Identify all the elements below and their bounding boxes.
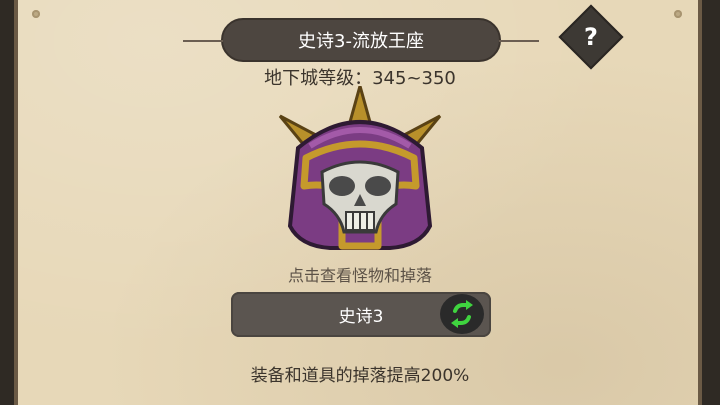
panel-rivet: [32, 10, 40, 18]
difficulty-label: 史诗3: [338, 307, 384, 327]
panel-rivet: [674, 10, 682, 18]
dungeon-title-banner: 史诗3-流放王座: [183, 18, 539, 62]
question-icon: ?: [584, 22, 598, 51]
boss-helmet-svg: [278, 80, 442, 250]
swap-arrows-icon: [451, 300, 473, 328]
monster-drop-hint[interactable]: 点击查看怪物和掉落: [0, 262, 720, 286]
dungeon-title: 史诗3-流放王座: [298, 31, 424, 52]
purple-skull-helmet-icon[interactable]: [270, 80, 450, 254]
drop-bonus-text: 装备和道具的掉落提高200%: [250, 366, 470, 386]
swap-difficulty-button[interactable]: [440, 294, 484, 334]
